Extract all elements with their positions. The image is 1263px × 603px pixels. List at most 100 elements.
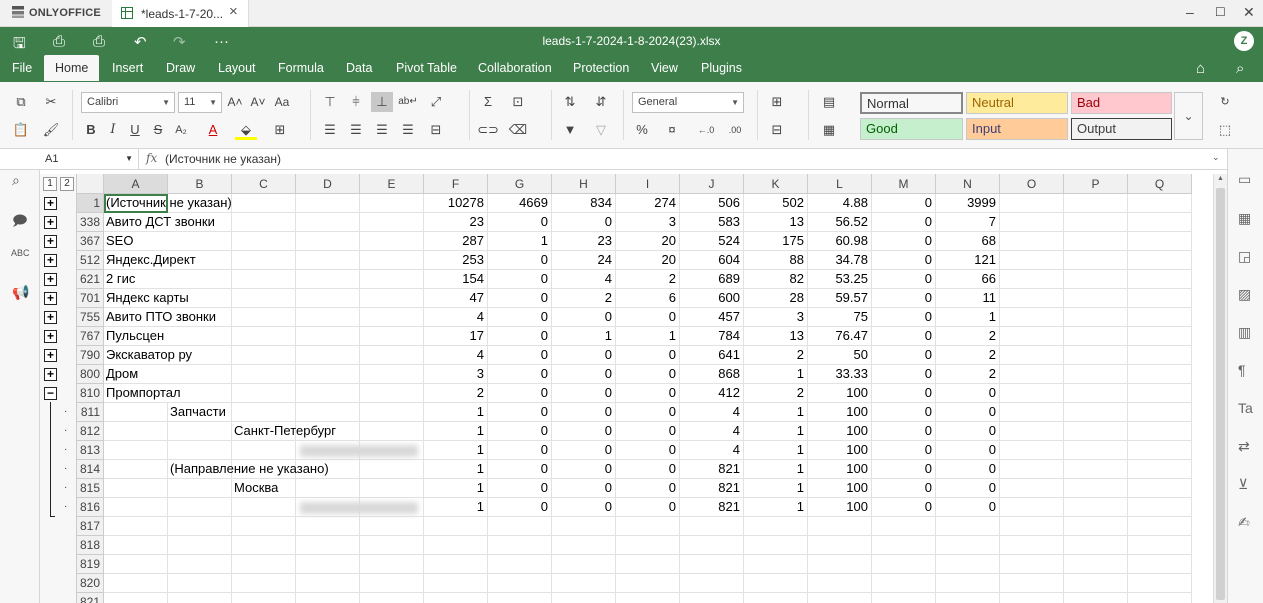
- align-right-icon[interactable]: ☰: [371, 120, 393, 140]
- cell[interactable]: [424, 593, 488, 603]
- cell[interactable]: [552, 593, 616, 603]
- cell[interactable]: [1064, 232, 1128, 251]
- cell[interactable]: (Источник не указан): [104, 194, 232, 213]
- expand-group-button[interactable]: +: [44, 368, 57, 381]
- cell[interactable]: [1000, 270, 1064, 289]
- cell[interactable]: 0: [872, 441, 936, 460]
- row-header[interactable]: 815: [77, 479, 104, 498]
- cell[interactable]: [1064, 384, 1128, 403]
- cell[interactable]: 0: [872, 327, 936, 346]
- cell[interactable]: Промпортал: [104, 384, 181, 403]
- cell[interactable]: [1000, 441, 1064, 460]
- cell[interactable]: 1: [744, 403, 808, 422]
- cell[interactable]: [424, 517, 488, 536]
- cell[interactable]: 0: [616, 365, 680, 384]
- cell[interactable]: 0: [872, 460, 936, 479]
- cell[interactable]: [168, 555, 232, 574]
- style-neutral[interactable]: Neutral: [966, 92, 1068, 114]
- cell[interactable]: 0: [552, 403, 616, 422]
- menu-draw[interactable]: Draw: [166, 55, 195, 81]
- cell[interactable]: [296, 479, 360, 498]
- cell[interactable]: 1: [744, 365, 808, 384]
- cell[interactable]: 1: [936, 308, 1000, 327]
- cell[interactable]: [360, 270, 424, 289]
- row-header[interactable]: 814: [77, 460, 104, 479]
- cell[interactable]: 24: [552, 251, 616, 270]
- cell[interactable]: 2: [744, 384, 808, 403]
- cell[interactable]: [488, 536, 552, 555]
- decrease-decimal-icon[interactable]: ←.0: [695, 120, 717, 140]
- cell[interactable]: 4.88: [808, 194, 872, 213]
- cell[interactable]: 0: [616, 460, 680, 479]
- cell[interactable]: 4669: [488, 194, 552, 213]
- cell[interactable]: [1000, 479, 1064, 498]
- cell[interactable]: [360, 194, 424, 213]
- cell[interactable]: [1128, 517, 1192, 536]
- cell[interactable]: 412: [680, 384, 744, 403]
- cell[interactable]: 641: [680, 346, 744, 365]
- sum-icon[interactable]: Σ: [477, 92, 499, 112]
- slicer-icon[interactable]: ⊻: [1238, 476, 1248, 493]
- cell[interactable]: [1000, 232, 1064, 251]
- row-header[interactable]: 817: [77, 517, 104, 536]
- cell[interactable]: 0: [616, 403, 680, 422]
- cell[interactable]: [1128, 384, 1192, 403]
- cell[interactable]: [360, 346, 424, 365]
- cell[interactable]: [360, 213, 424, 232]
- cell[interactable]: 0: [488, 479, 552, 498]
- italic-icon[interactable]: I: [102, 120, 124, 140]
- align-middle-icon[interactable]: ⫩: [345, 92, 367, 112]
- cell[interactable]: [168, 574, 232, 593]
- cell[interactable]: [168, 422, 232, 441]
- cell[interactable]: [1000, 365, 1064, 384]
- row-header[interactable]: 767: [77, 327, 104, 346]
- cell[interactable]: [808, 593, 872, 603]
- cell[interactable]: 0: [616, 384, 680, 403]
- cell[interactable]: [872, 517, 936, 536]
- cell[interactable]: 1: [744, 460, 808, 479]
- cell[interactable]: 0: [872, 479, 936, 498]
- cell[interactable]: [1064, 251, 1128, 270]
- cell[interactable]: 4: [424, 308, 488, 327]
- expand-group-button[interactable]: +: [44, 273, 57, 286]
- cell[interactable]: 100: [808, 403, 872, 422]
- cell[interactable]: [936, 536, 1000, 555]
- cell[interactable]: [232, 498, 296, 517]
- cell[interactable]: [360, 555, 424, 574]
- cell[interactable]: [168, 365, 232, 384]
- cell[interactable]: [360, 327, 424, 346]
- cell[interactable]: [1000, 574, 1064, 593]
- cell[interactable]: [1064, 517, 1128, 536]
- cell[interactable]: 274: [616, 194, 680, 213]
- cell[interactable]: 834: [552, 194, 616, 213]
- cell[interactable]: 0: [872, 422, 936, 441]
- cell[interactable]: [1128, 403, 1192, 422]
- cell[interactable]: [104, 536, 168, 555]
- cell[interactable]: 821: [680, 479, 744, 498]
- column-header-h[interactable]: H: [552, 174, 616, 194]
- cell[interactable]: [296, 403, 360, 422]
- cell[interactable]: 59.57: [808, 289, 872, 308]
- cell[interactable]: [872, 593, 936, 603]
- cell[interactable]: 2: [744, 346, 808, 365]
- cell[interactable]: Экскаватор ру: [104, 346, 192, 365]
- cell[interactable]: [680, 536, 744, 555]
- increase-font-icon[interactable]: A˄: [224, 92, 246, 112]
- cell[interactable]: [1128, 194, 1192, 213]
- decrease-font-icon[interactable]: A˅: [247, 92, 269, 112]
- column-header-d[interactable]: D: [296, 174, 360, 194]
- row-header[interactable]: 512: [77, 251, 104, 270]
- cell[interactable]: [744, 574, 808, 593]
- align-center-icon[interactable]: ☰: [345, 120, 367, 140]
- cell[interactable]: [1000, 251, 1064, 270]
- cell[interactable]: [616, 593, 680, 603]
- cell[interactable]: 13: [744, 213, 808, 232]
- spreadsheet-grid[interactable]: 1 2 + + + + + + + + + + − · · · · · · ABCDEFGHIJKLMNOPQ1…: [40, 174, 1213, 603]
- cell[interactable]: 2: [424, 384, 488, 403]
- conditional-format-icon[interactable]: ▤: [818, 92, 840, 112]
- cell[interactable]: 20: [616, 232, 680, 251]
- row-header[interactable]: 819: [77, 555, 104, 574]
- cell[interactable]: [296, 308, 360, 327]
- cell[interactable]: [1064, 365, 1128, 384]
- cell[interactable]: 0: [616, 479, 680, 498]
